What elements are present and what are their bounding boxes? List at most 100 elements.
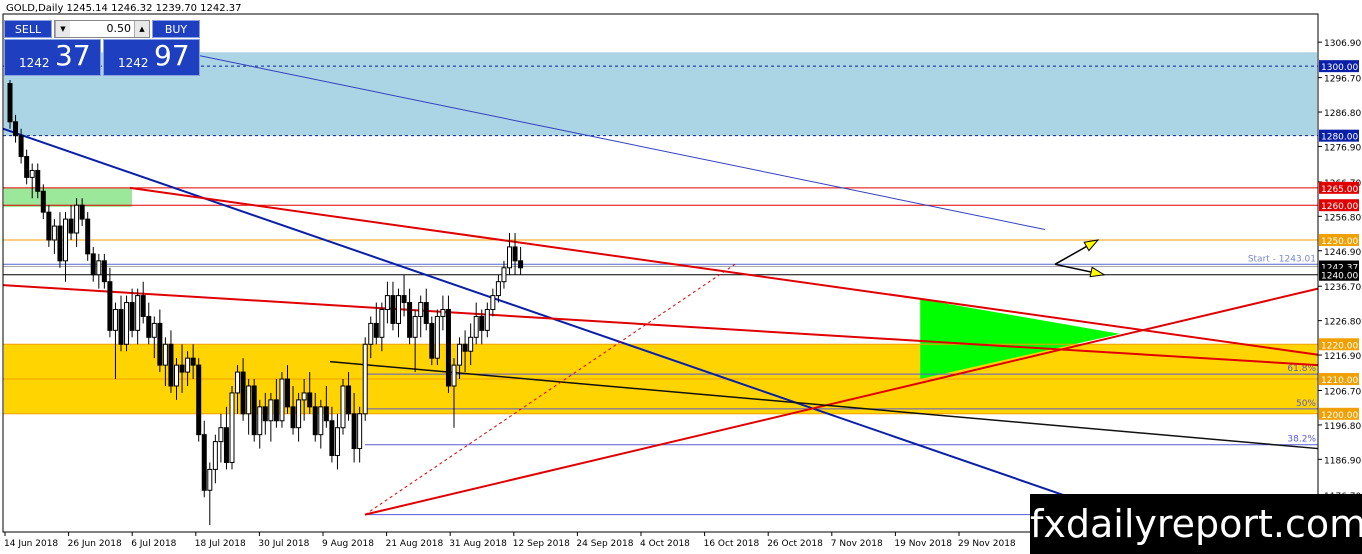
candle-body	[445, 309, 451, 387]
price-tag-label: 1240.00	[1321, 272, 1358, 282]
candle-body	[462, 343, 468, 352]
lot-size-field[interactable]: ▼ 0.50 ▲	[54, 20, 150, 38]
price-chart: 61.8%50%38.2%Start - 1243.01 1306.901296…	[2, 13, 1361, 549]
candle-body	[51, 225, 57, 241]
y-tick-label: 1256.80	[1324, 213, 1361, 223]
buy-price-small: 1242	[118, 56, 149, 70]
x-tick-label: 19 Nov 2018	[894, 539, 952, 549]
candle-body	[396, 295, 401, 324]
x-tick-label: 14 Jun 2018	[4, 539, 58, 549]
candle-body	[501, 267, 507, 283]
candle-body	[512, 246, 518, 262]
sell-price-box[interactable]: 1242 37	[4, 39, 101, 76]
candle-body	[307, 392, 313, 408]
candle-body	[301, 392, 307, 401]
one-click-trading-panel: SELL ▼ 0.50 ▲ BUY 1242 37 1242 97	[4, 20, 200, 76]
candle-body	[218, 427, 224, 443]
price-tag-label: 1265.00	[1321, 185, 1358, 195]
resistance-zone	[4, 52, 1317, 136]
candle-body	[129, 302, 135, 331]
price-tag-label: 1210.00	[1321, 376, 1358, 386]
y-tick-label: 1246.90	[1324, 248, 1361, 258]
candle-body	[118, 309, 124, 345]
candle-body	[96, 260, 102, 276]
candle-body	[495, 281, 501, 297]
candle-body	[318, 406, 324, 436]
price-tag-label: 1200.00	[1321, 411, 1358, 421]
buy-price-big: 97	[154, 39, 190, 72]
candle-body	[185, 357, 191, 373]
candle-body	[246, 385, 252, 415]
candle-body	[223, 427, 229, 463]
buy-button[interactable]: BUY	[152, 20, 200, 38]
fib-label: 38.2%	[1287, 435, 1316, 445]
candle-body	[29, 169, 35, 178]
candle-body	[334, 427, 340, 457]
header-title: GOLD,Daily 1245.14 1246.32 1239.70 1242.…	[6, 3, 242, 14]
candle-body	[285, 378, 290, 408]
candle-body	[418, 302, 424, 317]
candle-body	[279, 378, 285, 422]
candle-body	[40, 190, 46, 213]
candle-body	[151, 322, 157, 338]
candle-body	[7, 83, 13, 123]
candle-body	[329, 420, 335, 457]
candle-body	[35, 169, 41, 192]
price-tag-label: 1280.00	[1321, 133, 1358, 143]
candle-body	[451, 364, 457, 387]
lot-increase-icon[interactable]: ▲	[134, 21, 149, 37]
sell-price-big: 37	[55, 39, 91, 72]
candle-body	[351, 413, 357, 450]
x-tick-label: 26 Oct 2018	[767, 539, 823, 549]
candle-body	[468, 336, 474, 352]
candle-body	[429, 322, 435, 359]
lot-decrease-icon[interactable]: ▼	[55, 21, 70, 37]
candle-body	[357, 413, 363, 450]
candle-body	[507, 246, 512, 269]
candle-body	[368, 322, 374, 345]
candle-body	[107, 281, 113, 331]
candle-body	[190, 357, 196, 366]
candle-body	[140, 295, 146, 317]
candle-body	[384, 295, 390, 311]
candle-body	[240, 371, 246, 415]
arrow-head	[1083, 239, 1100, 252]
candle-body	[57, 225, 63, 262]
candle-body	[68, 218, 74, 234]
candle-body	[168, 343, 174, 387]
candle-body	[157, 322, 163, 366]
candle-body	[212, 441, 218, 470]
candle-body	[90, 253, 96, 276]
y-tick-label: 1186.90	[1324, 456, 1361, 466]
x-tick-label: 21 Aug 2018	[386, 539, 444, 549]
candle-body	[473, 315, 479, 338]
x-tick-label: 30 Jul 2018	[258, 539, 309, 549]
sell-button[interactable]: SELL	[4, 20, 52, 38]
price-tag-label: 1220.00	[1321, 341, 1358, 351]
candle-body	[401, 295, 407, 304]
x-tick-label: 31 Aug 2018	[449, 539, 507, 549]
candle-body	[373, 322, 379, 338]
candle-body	[251, 385, 257, 436]
watermark-logo: fxdailyreport.com	[1030, 494, 1362, 554]
candle-body	[101, 260, 107, 283]
candle-body	[229, 392, 235, 463]
x-tick-label: 16 Oct 2018	[704, 539, 760, 549]
y-tick-label: 1296.70	[1324, 75, 1361, 85]
candle-body	[135, 295, 141, 331]
candle-body	[74, 204, 80, 234]
candle-body	[390, 295, 396, 324]
candle-body	[296, 399, 302, 429]
candle-body	[412, 315, 418, 338]
candle-body	[162, 343, 168, 366]
x-tick-label: 18 Jul 2018	[195, 539, 246, 549]
candle-body	[24, 156, 30, 178]
price-tag-label: 1250.00	[1321, 237, 1358, 247]
x-tick-label: 12 Sep 2018	[513, 539, 570, 549]
y-tick-label: 1196.80	[1324, 422, 1361, 432]
candle-body	[457, 343, 463, 366]
y-tick-label: 1306.90	[1324, 39, 1361, 49]
buy-price-box[interactable]: 1242 97	[103, 39, 200, 76]
fib-label: 50%	[1296, 399, 1316, 409]
candle-body	[340, 385, 346, 429]
